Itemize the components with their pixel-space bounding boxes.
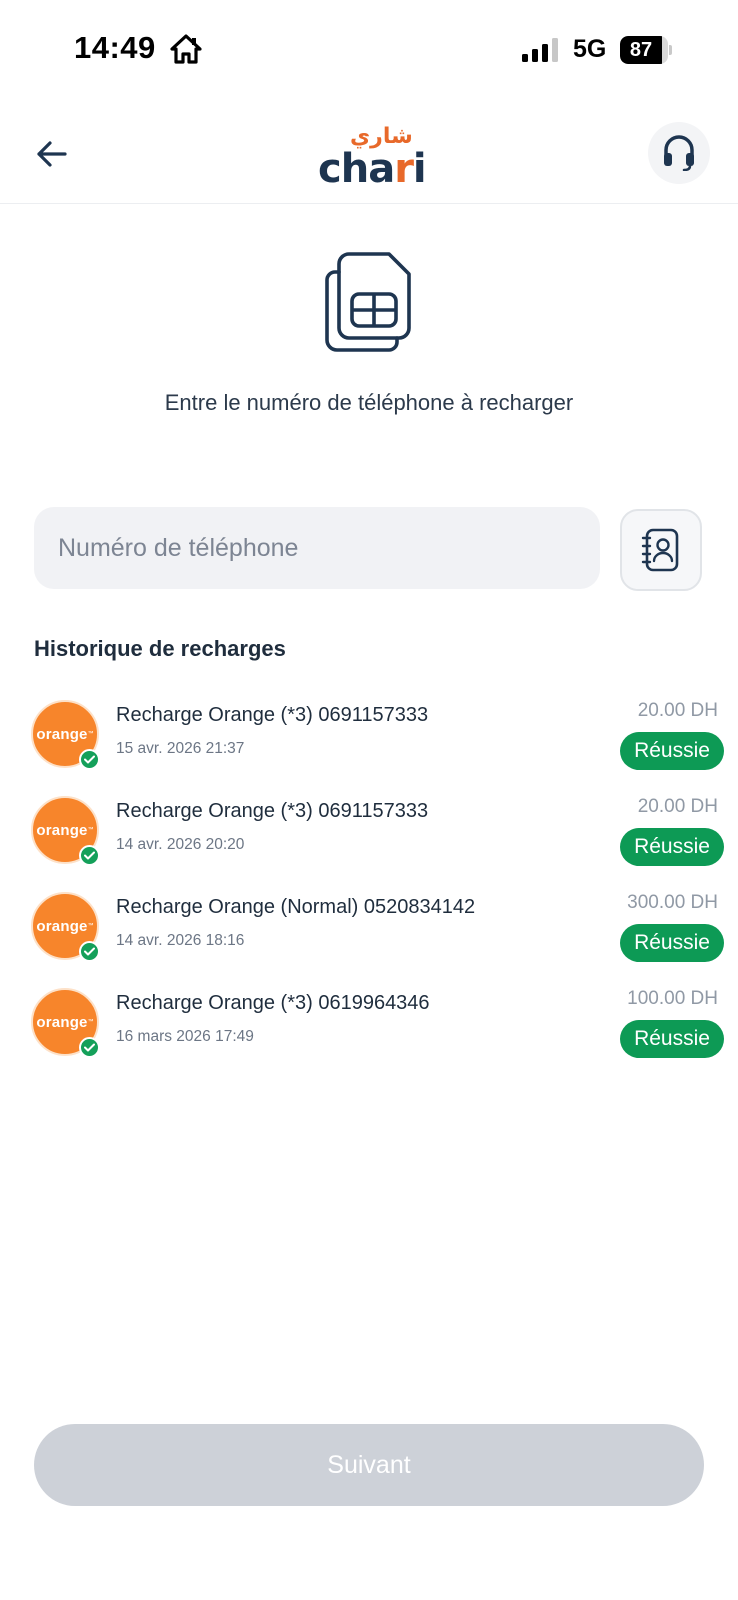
history-item-amount: 20.00 DH — [637, 796, 718, 817]
sim-card-icon — [325, 252, 411, 352]
history-item-date: 16 mars 2026 17:49 — [116, 1028, 254, 1045]
instruction-text: Entre le numéro de téléphone à recharger — [164, 390, 574, 415]
status-time: 14:49 — [74, 30, 156, 65]
operator-name: orange — [36, 917, 88, 935]
status-badge: Réussie — [620, 732, 724, 770]
history-item-title: Recharge Orange (*3) 0691157333 — [116, 704, 429, 726]
success-check-icon — [79, 1037, 100, 1058]
back-button[interactable] — [30, 132, 74, 176]
headset-icon — [664, 135, 694, 171]
network-type: 5G — [573, 35, 607, 63]
status-badge: Réussie — [620, 924, 724, 962]
chari-logo: شاري chari — [318, 124, 427, 194]
next-button[interactable]: Suivant — [34, 1424, 704, 1506]
history-item-amount: 300.00 DH — [627, 892, 718, 913]
app-header: شاري chari — [0, 110, 738, 204]
history-item[interactable]: orange ™ Recharge Orange (Normal) 0520834… — [0, 882, 738, 978]
success-check-icon — [79, 845, 100, 866]
signal-icon — [522, 38, 558, 62]
history-item[interactable]: orange ™ Recharge Orange (*3) 0619964346 … — [0, 978, 738, 1074]
success-check-icon — [79, 941, 100, 962]
history-item-amount: 100.00 DH — [627, 988, 718, 1009]
history-item-date: 15 avr. 2026 21:37 — [116, 740, 245, 757]
operator-name: orange — [36, 725, 88, 743]
arrow-left-icon — [37, 141, 67, 167]
history-item-title: Recharge Orange (Normal) 0520834142 — [116, 896, 476, 918]
phone-number-input[interactable] — [34, 507, 600, 589]
history-item-date: 14 avr. 2026 18:16 — [116, 932, 245, 949]
history-item-amount: 20.00 DH — [637, 700, 718, 721]
operator-name: orange — [36, 1013, 88, 1031]
history-title: Historique de recharges — [34, 636, 286, 661]
logo-latin-text: chari — [318, 146, 427, 192]
status-badge: Réussie — [620, 1020, 724, 1058]
contacts-book-icon — [641, 528, 679, 572]
history-list: orange ™ Recharge Orange (*3) 0691157333 … — [0, 690, 738, 1074]
status-bar: 14:49 5G 87 — [0, 0, 738, 100]
history-item[interactable]: orange ™ Recharge Orange (*3) 0691157333 … — [0, 786, 738, 882]
history-item-title: Recharge Orange (*3) 0619964346 — [116, 992, 430, 1014]
support-button[interactable] — [648, 122, 710, 184]
home-icon — [170, 34, 202, 64]
battery-level: 87 — [629, 39, 653, 61]
battery-icon: 87 — [620, 36, 672, 64]
status-badge: Réussie — [620, 828, 724, 866]
history-item-title: Recharge Orange (*3) 0691157333 — [116, 800, 429, 822]
history-item-date: 14 avr. 2026 20:20 — [116, 836, 245, 853]
contacts-button[interactable] — [620, 509, 702, 591]
success-check-icon — [79, 749, 100, 770]
history-item[interactable]: orange ™ Recharge Orange (*3) 0691157333 … — [0, 690, 738, 786]
operator-name: orange — [36, 821, 88, 839]
